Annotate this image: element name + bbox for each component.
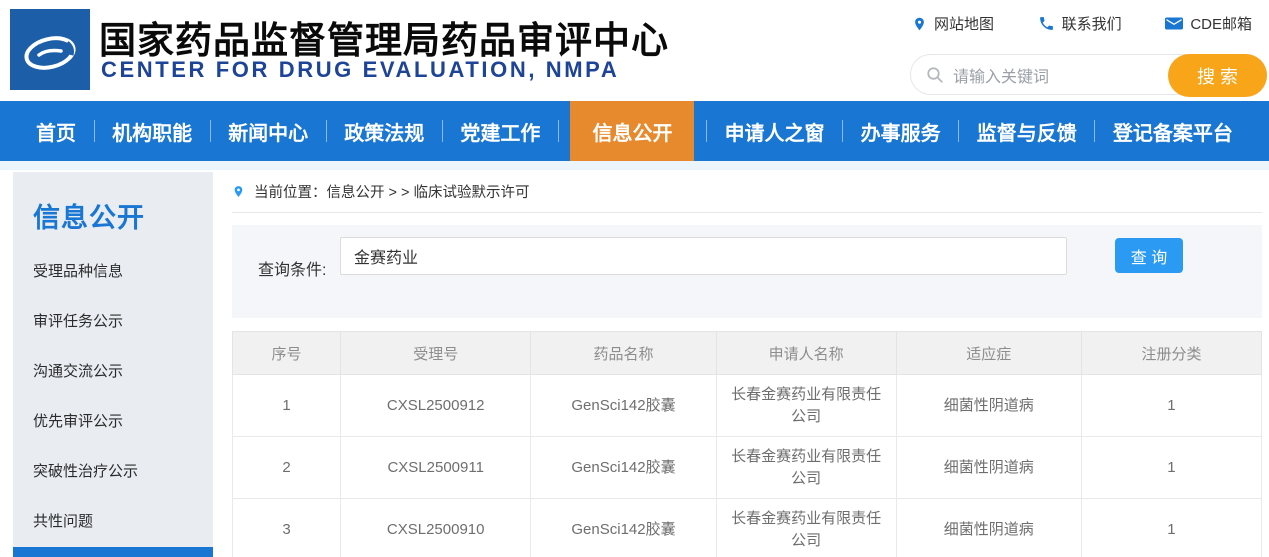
site-subtitle: CENTER FOR DRUG EVALUATION, NMPA (101, 57, 620, 82)
cell-acceptance-no: CXSL2500911 (340, 436, 532, 499)
query-button[interactable]: 查 询 (1115, 238, 1183, 273)
nav-separator (93, 120, 95, 142)
cell-indication: 细菌性阴道病 (895, 374, 1082, 437)
sidebar-list: 受理品种信息 审评任务公示 沟通交流公示 优先审评公示 突破性治疗公示 共性问题 (13, 247, 213, 557)
column-header-registration-class: 注册分类 (1080, 331, 1263, 375)
cde-logo (10, 9, 90, 90)
search-input[interactable]: 请输入关键词 (953, 63, 1049, 87)
nav-item-home[interactable]: 首页 (30, 117, 82, 146)
nav-item-party[interactable]: 党建工作 (454, 117, 546, 146)
header: 国家药品监督管理局药品审评中心 CENTER FOR DRUG EVALUATI… (0, 0, 1269, 101)
cell-index: 3 (231, 498, 342, 557)
sitemap-link[interactable]: 网站地图 (912, 13, 994, 34)
cell-index: 1 (231, 374, 342, 437)
table-row: 2 CXSL2500911 GenSci142胶囊 长春金赛药业有限责任公司 细… (231, 436, 1263, 499)
cell-acceptance-no: CXSL2500910 (340, 498, 532, 557)
nav-separator (209, 120, 211, 142)
main-content: 当前位置：信息公开 > > 临床试验默示许可 查询条件: 查 询 序号 受理号 … (231, 170, 1263, 557)
breadcrumb-text: 当前位置：信息公开 > > 临床试验默示许可 (254, 184, 530, 201)
cell-drug-name: GenSci142胶囊 (530, 374, 717, 437)
column-header-applicant: 申请人名称 (715, 331, 897, 375)
location-pin-icon (234, 185, 243, 197)
main-nav: 首页 机构职能 新闻中心 政策法规 党建工作 信息公开 申请人之窗 办事服务 监… (0, 101, 1269, 161)
nav-separator (842, 120, 844, 142)
table-row: 3 CXSL2500910 GenSci142胶囊 长春金赛药业有限责任公司 细… (231, 498, 1263, 557)
table-row: 1 CXSL2500912 GenSci142胶囊 长春金赛药业有限责任公司 细… (231, 374, 1263, 437)
column-header-index: 序号 (231, 331, 342, 375)
sidebar: 信息公开 受理品种信息 审评任务公示 沟通交流公示 优先审评公示 突破性治疗公示… (13, 172, 213, 557)
contact-us-link[interactable]: 联系我们 (1038, 13, 1122, 34)
sitemap-link-label: 网站地图 (934, 16, 995, 33)
query-label: 查询条件: (258, 262, 327, 279)
sidebar-title: 信息公开 (33, 203, 145, 233)
column-header-indication: 适应症 (895, 331, 1082, 375)
nav-separator (1094, 120, 1096, 142)
map-pin-icon (915, 17, 924, 30)
cde-mail-link-label: CDE邮箱 (1190, 16, 1252, 33)
nav-separator (441, 120, 443, 142)
nav-separator (706, 120, 708, 142)
sidebar-item-accepted-varieties[interactable]: 受理品种信息 (13, 247, 213, 297)
table-header-row: 序号 受理号 药品名称 申请人名称 适应症 注册分类 (231, 331, 1263, 375)
header-quicklinks: 网站地图 联系我们 CDE邮箱 (912, 13, 1252, 34)
nav-item-registration-platform[interactable]: 登记备案平台 (1107, 117, 1239, 146)
nav-item-services[interactable]: 办事服务 (855, 117, 947, 146)
column-header-drug-name: 药品名称 (530, 331, 717, 375)
cde-mail-link[interactable]: CDE邮箱 (1165, 13, 1252, 34)
cell-drug-name: GenSci142胶囊 (530, 436, 717, 499)
query-input[interactable] (340, 237, 1067, 275)
sidebar-item-common-issues[interactable]: 共性问题 (13, 497, 213, 547)
sidebar-item-active-clinical-trial[interactable] (13, 547, 213, 557)
phone-icon (1039, 17, 1053, 30)
cell-applicant: 长春金赛药业有限责任公司 (715, 374, 897, 437)
column-header-acceptance-no: 受理号 (340, 331, 532, 375)
nav-item-news[interactable]: 新闻中心 (222, 117, 314, 146)
nav-item-policy[interactable]: 政策法规 (338, 117, 430, 146)
cell-registration-class: 1 (1080, 436, 1263, 499)
nav-item-functions[interactable]: 机构职能 (106, 117, 198, 146)
cell-applicant: 长春金赛药业有限责任公司 (715, 498, 897, 557)
cde-logo-swoosh-icon (24, 35, 76, 70)
nav-separator (958, 120, 960, 142)
query-panel: 查询条件: 查 询 (232, 225, 1262, 318)
cell-indication: 细菌性阴道病 (895, 436, 1082, 499)
results-table: 序号 受理号 药品名称 申请人名称 适应症 注册分类 1 CXSL2500912… (231, 331, 1263, 557)
search-button[interactable]: 搜索 (1168, 54, 1267, 97)
site-title: 国家药品监督管理局药品审评中心 (99, 20, 669, 61)
site-search[interactable]: 请输入关键词 搜索 (910, 54, 1267, 97)
cell-applicant: 长春金赛药业有限责任公司 (715, 436, 897, 499)
cell-indication: 细菌性阴道病 (895, 498, 1082, 557)
nav-separator (325, 120, 327, 142)
page: 国家药品监督管理局药品审评中心 CENTER FOR DRUG EVALUATI… (0, 0, 1269, 557)
nav-item-info-disclosure[interactable]: 信息公开 (570, 101, 695, 161)
contact-us-link-label: 联系我们 (1061, 16, 1122, 33)
cell-registration-class: 1 (1080, 498, 1263, 557)
sidebar-item-review-tasks[interactable]: 审评任务公示 (13, 297, 213, 347)
sidebar-item-breakthrough-therapy[interactable]: 突破性治疗公示 (13, 447, 213, 497)
sidebar-item-communication[interactable]: 沟通交流公示 (13, 347, 213, 397)
nav-item-supervision[interactable]: 监督与反馈 (971, 117, 1083, 146)
mail-icon (1165, 17, 1184, 30)
sidebar-item-priority-review[interactable]: 优先审评公示 (13, 397, 213, 447)
nav-understrip (0, 161, 1269, 170)
nav-separator (557, 120, 559, 142)
cell-index: 2 (231, 436, 342, 499)
cell-registration-class: 1 (1080, 374, 1263, 437)
cell-drug-name: GenSci142胶囊 (530, 498, 717, 557)
nav-item-applicant-window[interactable]: 申请人之窗 (719, 117, 831, 146)
cell-acceptance-no: CXSL2500912 (340, 374, 532, 437)
search-icon (927, 66, 943, 83)
breadcrumb: 当前位置：信息公开 > > 临床试验默示许可 (232, 170, 1262, 213)
